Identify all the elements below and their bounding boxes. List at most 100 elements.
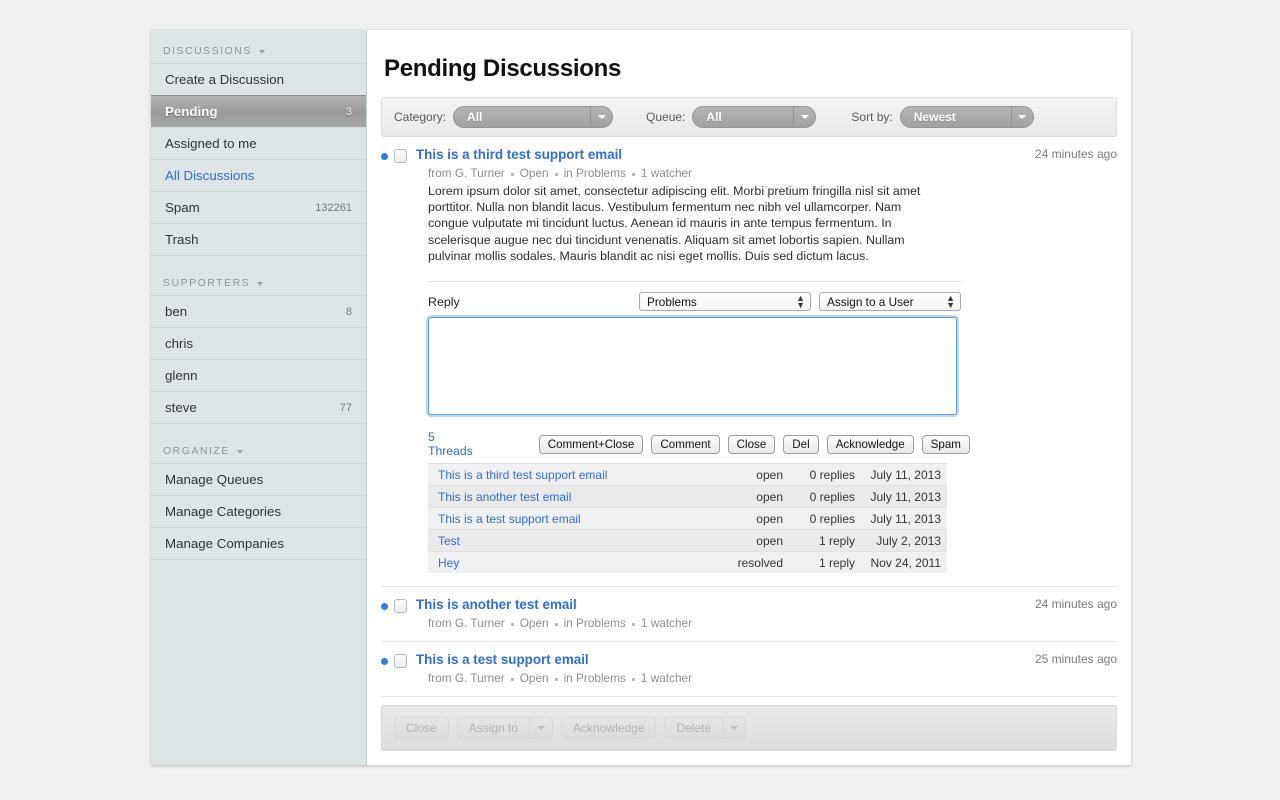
reply-textarea[interactable] [428, 317, 957, 416]
thread-title[interactable]: This is a test support email [428, 507, 713, 530]
thread-title[interactable]: This is a third test support email [428, 463, 713, 486]
sidebar-item-create-a-discussion[interactable]: Create a Discussion [151, 63, 366, 96]
sidebar-item-label: Pending [165, 104, 218, 119]
sidebar-item-label: Spam [165, 200, 200, 215]
thread-title[interactable]: This is another test email [428, 485, 713, 508]
discussion-list: This is a third test support email 24 min… [381, 137, 1117, 698]
reply-category-select[interactable]: Problems ▲ ▼ [639, 292, 811, 312]
sidebar-group-header-supporters[interactable]: SUPPORTERS [151, 262, 366, 296]
main-content: Pending Discussions Category: All Queue:… [367, 30, 1131, 765]
unread-dot-icon [381, 603, 388, 611]
reply-actions: 5 Threads Comment+Close Comment Close Del Ack… [428, 430, 970, 458]
sort-filter-value: Newest [913, 110, 956, 124]
unread-dot-icon [381, 153, 388, 160]
app-window: DISCUSSIONS Create a Discussion Pending 3 As… [151, 30, 1131, 765]
assign-user-select[interactable]: Assign to a User ▲ ▼ [819, 292, 961, 312]
sidebar-item-label: ben [165, 304, 188, 319]
sidebar-item-label: chris [165, 336, 194, 351]
sidebar-item-trash[interactable]: Trash [151, 223, 366, 256]
reply-block: Reply Problems ▲ ▼ Assign to a User ▲ ▼ 5 Threa… [428, 281, 970, 574]
updown-arrows-icon: ▲ ▼ [796, 292, 805, 310]
filter-bar: Category: All Queue: All Sort by: Newest [381, 97, 1117, 137]
table-row[interactable]: This is another test email open 0 replies J… [428, 485, 947, 508]
chevron-down-icon[interactable] [722, 717, 747, 739]
sidebar-item-steve[interactable]: steve 77 [151, 391, 366, 424]
sidebar-item-chris[interactable]: chris [151, 327, 366, 360]
discussion-category: in Problems [563, 616, 626, 631]
meta-separator-icon [510, 622, 514, 626]
thread-title[interactable]: Hey [428, 551, 713, 574]
chevron-down-icon[interactable] [529, 717, 554, 739]
discussion-title[interactable]: This is another test email [416, 597, 577, 612]
sidebar-group-header-organize[interactable]: ORGANIZE [151, 430, 366, 464]
sidebar-item-pending[interactable]: Pending 3 [151, 95, 366, 128]
meta-separator-icon [631, 172, 635, 176]
discussion-author: from G. Turner [428, 166, 505, 180]
discussion-title[interactable]: This is a third test support email [416, 147, 622, 162]
sidebar-item-manage-queues[interactable]: Manage Queues [151, 463, 366, 496]
del-button[interactable]: Del [783, 434, 819, 454]
thread-state: open [713, 463, 783, 486]
queue-filter-dropdown[interactable]: All [692, 106, 817, 128]
sidebar-item-glenn[interactable]: glenn [151, 359, 366, 392]
discussion-timestamp: 25 minutes ago [1034, 652, 1117, 667]
assign-to-split-button[interactable]: Assign to [456, 717, 554, 739]
sidebar-item-count: 3 [345, 105, 352, 118]
thread-date: July 11, 2013 [855, 485, 947, 508]
thread-date: July 2, 2013 [855, 529, 947, 552]
assign-to-button[interactable]: Assign to [456, 717, 530, 739]
sidebar-item-label: glenn [165, 368, 198, 383]
discussion-author: from G. Turner [428, 671, 505, 686]
sidebar-group-title: DISCUSSIONS [163, 45, 252, 57]
sort-filter-dropdown[interactable]: Newest [899, 106, 1034, 128]
acknowledge-button[interactable]: Acknowledge [561, 717, 657, 739]
delete-button[interactable]: Delete [664, 717, 723, 739]
delete-split-button[interactable]: Delete [664, 717, 747, 739]
discussion-status: Open [519, 166, 549, 180]
table-row[interactable]: Test open 1 reply July 2, 2013 [428, 529, 947, 552]
discussion-watchers: 1 watcher [640, 616, 693, 631]
category-filter-dropdown[interactable]: All [453, 106, 614, 128]
chevron-down-icon [236, 450, 243, 454]
sidebar-item-count: 8 [345, 305, 352, 318]
spam-button[interactable]: Spam [921, 434, 970, 454]
thread-state: open [713, 529, 783, 552]
comment-close-button[interactable]: Comment+Close [538, 434, 644, 454]
sidebar-group-header-discussions[interactable]: DISCUSSIONS [151, 30, 366, 64]
thread-replies: 0 replies [783, 485, 855, 508]
sidebar: DISCUSSIONS Create a Discussion Pending 3 As… [151, 30, 367, 765]
discussion-header: This is a third test support email 24 min… [381, 147, 1117, 163]
acknowledge-button[interactable]: Acknowledge [826, 434, 914, 454]
discussion-checkbox[interactable] [394, 654, 407, 669]
sidebar-item-manage-companies[interactable]: Manage Companies [151, 527, 366, 560]
close-button[interactable]: Close [394, 717, 449, 739]
sidebar-item-label: Manage Companies [165, 536, 285, 551]
discussion-body: Lorem ipsum dolor sit amet, consectetur … [428, 184, 921, 263]
meta-separator-icon [554, 622, 558, 626]
discussion-author: from G. Turner [428, 616, 505, 631]
thread-title[interactable]: Test [428, 529, 713, 552]
chevron-down-icon [793, 107, 815, 127]
discussion-checkbox[interactable] [394, 599, 407, 614]
table-row[interactable]: This is a test support email open 0 replie… [428, 507, 947, 530]
comment-button[interactable]: Comment [651, 434, 720, 454]
meta-separator-icon [510, 677, 514, 681]
table-row[interactable]: Hey resolved 1 reply Nov 24, 2011 [428, 551, 947, 574]
table-row[interactable]: This is a third test support email open 0 … [428, 463, 947, 486]
sidebar-item-all-discussions[interactable]: All Discussions [151, 159, 366, 192]
sidebar-item-spam[interactable]: Spam 132261 [151, 191, 366, 224]
threads-count-link[interactable]: 5 Threads [428, 430, 473, 458]
thread-state: open [713, 507, 783, 530]
sidebar-item-ben[interactable]: ben 8 [151, 295, 366, 328]
discussion-status: Open [519, 671, 549, 686]
thread-replies: 1 reply [783, 529, 855, 552]
discussion-title[interactable]: This is a test support email [416, 652, 589, 667]
sidebar-item-assigned-to-me[interactable]: Assigned to me [151, 127, 366, 160]
sidebar-item-label: Create a Discussion [165, 72, 284, 87]
discussion-checkbox[interactable] [394, 149, 407, 163]
chevron-down-icon [258, 50, 265, 54]
sidebar-item-manage-categories[interactable]: Manage Categories [151, 495, 366, 528]
close-button[interactable]: Close [727, 434, 776, 454]
thread-replies: 0 replies [783, 507, 855, 530]
